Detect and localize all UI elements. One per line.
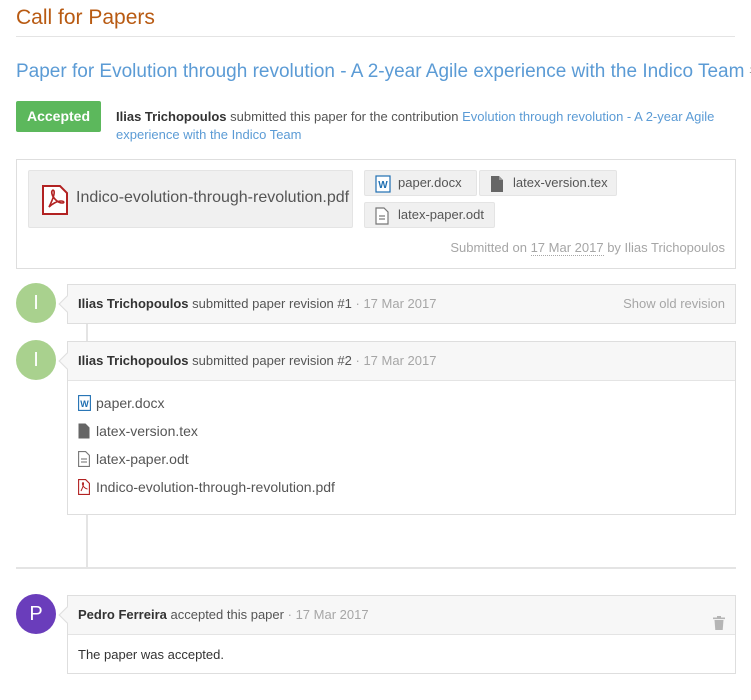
file-link-pdf[interactable]: Indico-evolution-through-revolution.pdf: [78, 473, 725, 501]
svg-text:W: W: [80, 399, 89, 409]
text-file-icon: [375, 207, 389, 233]
file-name: latex-paper.odt: [96, 451, 189, 467]
file-name: latex-version.tex: [96, 423, 198, 439]
text-file-icon: [78, 451, 96, 467]
revision-date: 17 Mar 2017: [363, 296, 437, 311]
show-old-revision-link[interactable]: Show old revision: [623, 285, 725, 323]
file-link-tex[interactable]: latex-version.tex: [78, 417, 725, 445]
revision-author: Ilias Trichopoulos: [78, 353, 189, 368]
file-chip-odt[interactable]: latex-paper.odt: [364, 202, 495, 228]
submitted-by: Ilias Trichopoulos: [624, 240, 725, 255]
file-link-odt[interactable]: latex-paper.odt: [78, 445, 725, 473]
file-name: Indico-evolution-through-revolution.pdf: [96, 479, 335, 495]
file-chip-label: latex-paper.odt: [398, 207, 485, 222]
trash-icon[interactable]: [713, 607, 725, 645]
section-divider: [16, 567, 736, 569]
pdf-file-tile[interactable]: Indico-evolution-through-revolution.pdf: [28, 170, 353, 228]
revision-2-files: W paper.docx latex-version.tex latex-pap…: [68, 380, 735, 511]
title-divider: [16, 36, 735, 37]
file-link-docx[interactable]: W paper.docx: [78, 389, 725, 417]
revision-1-header: Ilias Trichopoulos submitted paper revis…: [68, 285, 735, 323]
submitted-on: Submitted on 17 Mar 2017 by Ilias Tricho…: [450, 240, 725, 256]
submitter-line: Ilias Trichopoulos submitted this paper …: [116, 108, 726, 144]
judgment-header: Pedro Ferreira accepted this paper · 17 …: [68, 596, 735, 634]
revision-2-item: Ilias Trichopoulos submitted paper revis…: [58, 341, 736, 515]
word-icon: W: [78, 395, 96, 411]
svg-text:W: W: [378, 180, 388, 191]
revision-2-header: Ilias Trichopoulos submitted paper revis…: [68, 342, 735, 380]
file-chip-tex[interactable]: latex-version.tex: [479, 170, 617, 196]
revision-action: submitted paper revision #2: [192, 353, 352, 368]
file-icon: [78, 423, 96, 439]
word-icon: W: [375, 175, 391, 201]
revision-action: submitted paper revision #1: [192, 296, 352, 311]
revision-author: Ilias Trichopoulos: [78, 296, 189, 311]
separator: ·: [355, 296, 360, 311]
file-chip-label: latex-version.tex: [513, 175, 608, 190]
avatar: P: [16, 594, 56, 634]
separator: ·: [355, 353, 360, 368]
avatar: I: [16, 340, 56, 380]
file-chip-label: paper.docx: [398, 175, 462, 190]
pdf-icon: [78, 479, 96, 495]
paper-title: Paper for Evolution through revolution -…: [16, 61, 751, 83]
submitted-text: submitted this paper for the contributio…: [230, 109, 459, 124]
submitted-by-prefix: by: [607, 240, 621, 255]
paper-files-box: Indico-evolution-through-revolution.pdf …: [16, 159, 736, 269]
file-icon: [490, 175, 504, 201]
judgment-action: accepted this paper: [170, 607, 284, 622]
pdf-file-name: Indico-evolution-through-revolution.pdf: [76, 189, 350, 206]
pdf-icon: [41, 185, 69, 220]
avatar: I: [16, 283, 56, 323]
separator: ·: [287, 607, 292, 622]
file-chip-docx[interactable]: W paper.docx: [364, 170, 477, 196]
revision-date: 17 Mar 2017: [363, 353, 437, 368]
submitted-date: 17 Mar 2017: [530, 240, 604, 256]
paper-title-text: Paper for Evolution through revolution -…: [16, 61, 745, 82]
judgment-comment: The paper was accepted.: [68, 634, 735, 672]
judgment-date: 17 Mar 2017: [295, 607, 369, 622]
page-title: Call for Papers: [16, 6, 155, 29]
judge-name: Pedro Ferreira: [78, 607, 167, 622]
status-badge: Accepted: [16, 101, 101, 132]
submitted-prefix: Submitted on: [450, 240, 527, 255]
judgment-item: Pedro Ferreira accepted this paper · 17 …: [58, 595, 736, 674]
file-name: paper.docx: [96, 395, 165, 411]
submitter-name: Ilias Trichopoulos: [116, 109, 227, 124]
revision-1-item: Ilias Trichopoulos submitted paper revis…: [58, 284, 736, 324]
